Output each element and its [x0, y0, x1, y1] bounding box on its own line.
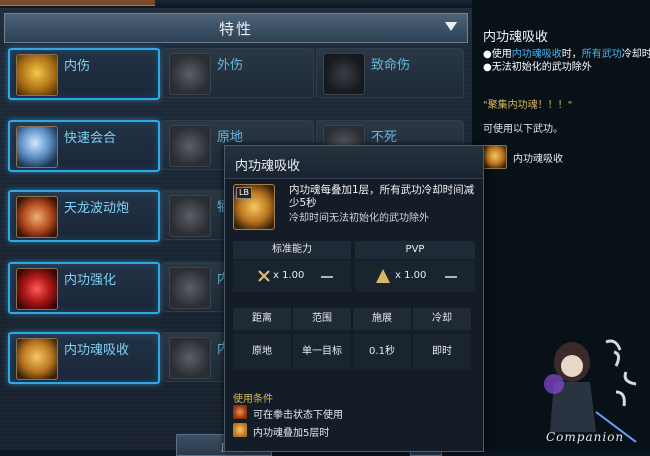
- tooltip-title: 内功魂吸收: [235, 159, 301, 174]
- condition-text: 内功魂叠加5层时: [253, 428, 330, 439]
- info-skill-entry[interactable]: 内功魂吸收: [483, 145, 633, 169]
- skill-label: 致命伤: [371, 58, 411, 73]
- skill-label: 快速会合: [64, 131, 117, 146]
- area-header: 范围: [293, 308, 351, 330]
- soul-stack-icon: [233, 423, 247, 437]
- soul-absorb-icon: [16, 338, 58, 380]
- skill-label: 外伤: [217, 58, 244, 73]
- dash-icon: [445, 276, 457, 278]
- skill-tooltip: 内功魂吸收 LB 内功魂每叠加1层，所有武功冷却时间减少5秒 冷却时间无法初始化…: [224, 145, 484, 452]
- soul-absorb-icon: [483, 145, 507, 169]
- area-value: 单一目标: [293, 334, 351, 370]
- sacrifice-icon: [169, 195, 211, 237]
- skill-card-external-injury[interactable]: 外伤: [162, 48, 314, 98]
- skill-card-soul-absorb[interactable]: 内功魂吸收: [8, 332, 160, 384]
- in-place-icon: [169, 125, 211, 167]
- standard-ability-label: 标准能力: [233, 241, 351, 259]
- inner-2-icon: [169, 267, 211, 309]
- tooltip-description: 内功魂每叠加1层，所有武功冷却时间减少5秒: [289, 184, 475, 209]
- tooltip-header: 内功魂吸收: [225, 146, 483, 179]
- inner-power-boost-icon: [16, 268, 58, 310]
- info-quote: "聚集内功魂！！！": [483, 100, 573, 111]
- info-skill-label: 内功魂吸收: [513, 154, 563, 165]
- skill-label: 内功魂吸收: [64, 343, 130, 358]
- skill-card-quick-rejoin[interactable]: 快速会合: [8, 120, 160, 172]
- soul-absorb-icon: LB: [233, 184, 275, 230]
- info-title: 内功魂吸收: [483, 30, 549, 45]
- pvp-label: PVP: [355, 241, 475, 259]
- cast-header: 施展: [353, 308, 411, 330]
- crossed-swords-icon: [258, 270, 270, 282]
- skill-card-dragon-wave-cannon[interactable]: 天龙波动炮: [8, 190, 160, 242]
- condition-item: 内功魂叠加5层时: [233, 423, 473, 439]
- companion-label: Companion: [546, 430, 625, 444]
- inner-3-icon: [169, 337, 211, 379]
- skill-label: 天龙波动炮: [64, 201, 130, 216]
- condition-text: 可在拳击状态下使用: [253, 410, 343, 421]
- standard-multiplier: x 1.00: [273, 270, 305, 281]
- skill-label: 不死: [371, 130, 398, 145]
- fatal-injury-icon: [323, 53, 365, 95]
- info-line-2: ●无法初始化的武功除外: [483, 62, 592, 73]
- condition-item: 可在拳击状态下使用: [233, 405, 473, 421]
- range-value: 原地: [233, 334, 291, 370]
- tooltip-description-2: 冷却时间无法初始化的武功除外: [289, 213, 429, 224]
- traits-title: 特性: [218, 19, 253, 38]
- skill-label: 内伤: [64, 59, 91, 74]
- pvp-mult-cell: x 1.00: [355, 260, 475, 292]
- skill-label: 内功强化: [64, 273, 117, 288]
- cooldown-header: 冷却: [413, 308, 471, 330]
- dropdown-arrow-icon[interactable]: [445, 22, 457, 31]
- traits-header[interactable]: 特性: [4, 13, 468, 43]
- skill-label: 原地: [217, 130, 244, 145]
- skill-card-inner-power-boost[interactable]: 内功强化: [8, 262, 160, 314]
- conditions-title: 使用条件: [233, 394, 273, 405]
- top-tab-accent: [0, 0, 155, 6]
- internal-injury-icon: [16, 54, 58, 96]
- skill-card-fatal-injury[interactable]: 致命伤: [316, 48, 464, 98]
- dash-icon: [321, 276, 333, 278]
- lb-key-badge: LB: [236, 187, 252, 199]
- external-injury-icon: [169, 53, 211, 95]
- fist-stance-icon: [233, 405, 247, 419]
- pvp-multiplier: x 1.00: [395, 270, 427, 281]
- quick-rejoin-icon: [16, 126, 58, 168]
- range-header: 距离: [233, 308, 291, 330]
- standard-mult-cell: x 1.00: [233, 260, 351, 292]
- cooldown-value: 即时: [413, 334, 471, 370]
- info-usable-text: 可使用以下武功。: [483, 124, 563, 135]
- skill-card-internal-injury[interactable]: 内伤: [8, 48, 160, 100]
- pvp-emblem-icon: [376, 269, 390, 283]
- cast-value: 0.1秒: [353, 334, 411, 370]
- dragon-wave-cannon-icon: [16, 196, 58, 238]
